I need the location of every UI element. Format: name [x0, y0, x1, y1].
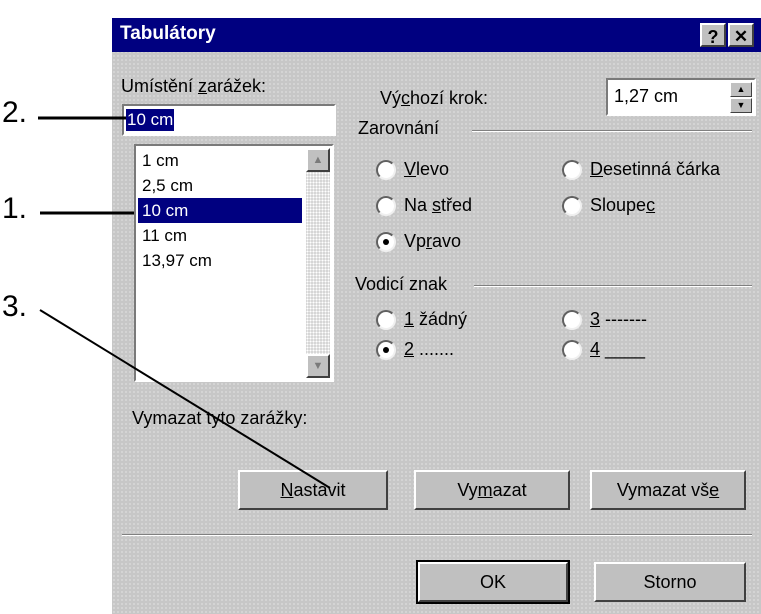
callout-2: 2. — [2, 96, 28, 129]
radio-align-right[interactable] — [376, 232, 396, 252]
spin-buttons: ▲ ▼ — [730, 82, 752, 114]
help-button[interactable]: ? — [700, 23, 726, 47]
scroll-down-icon: ▼ — [312, 360, 324, 372]
set-button[interactable]: Nastavit — [238, 470, 388, 510]
leader-1-label: 1 žádný — [404, 309, 468, 329]
dialog-title: Tabulátory — [120, 23, 216, 44]
radio-leader-1[interactable] — [376, 310, 396, 330]
separator — [122, 534, 752, 536]
tabs-dialog: Tabulátory ? ✕ Umístění zarážek: 10 cm 1… — [112, 18, 761, 614]
radio-selected-dot — [383, 239, 389, 245]
leader-2-label: 2 ....... — [404, 339, 455, 359]
title-bar: Tabulátory ? ✕ — [112, 18, 761, 52]
scroll-up-button[interactable]: ▲ — [306, 148, 330, 172]
tab-position-label: Umístění zarážek: — [121, 76, 267, 96]
radio-leader-4[interactable] — [562, 340, 582, 360]
scroll-down-button[interactable]: ▼ — [306, 354, 330, 378]
scroll-up-icon: ▲ — [312, 154, 324, 166]
help-icon: ? — [707, 27, 719, 47]
leader-4-label: 4 ____ — [590, 339, 646, 359]
tab-position-value: 10 cm — [126, 109, 175, 131]
leader-divider — [474, 285, 752, 287]
list-item[interactable]: 11 cm — [138, 223, 302, 248]
alignment-group-label: Zarovnání — [358, 118, 440, 138]
spin-up-icon: ▲ — [736, 84, 746, 94]
cancel-button[interactable]: Storno — [594, 562, 746, 602]
callout-3: 3. — [2, 290, 28, 323]
default-step-label: Výchozí krok: — [380, 88, 489, 108]
spin-down-icon: ▼ — [736, 100, 746, 110]
align-left-label: Vlevo — [404, 159, 450, 179]
clear-tabs-label: Vymazat tyto zarážky: — [132, 408, 308, 428]
align-decimal-label: Desetinná čárka — [590, 159, 721, 179]
list-scrollbar[interactable]: ▲ ▼ — [306, 148, 330, 378]
callout-1: 1. — [2, 192, 28, 225]
radio-align-left[interactable] — [376, 160, 396, 180]
leader-group-label: Vodicí znak — [355, 274, 448, 294]
clear-all-button[interactable]: Vymazat vše — [590, 470, 746, 510]
default-step-value: 1,27 cm — [614, 86, 679, 106]
ok-button[interactable]: OK — [416, 560, 570, 604]
radio-align-decimal[interactable] — [562, 160, 582, 180]
close-button[interactable]: ✕ — [728, 23, 754, 47]
list-item[interactable]: 13,97 cm — [138, 248, 302, 273]
radio-align-bar[interactable] — [562, 196, 582, 216]
tab-stops-list[interactable]: 1 cm 2,5 cm 10 cm 11 cm 13,97 cm ▲ ▼ — [134, 144, 334, 382]
spin-up-button[interactable]: ▲ — [730, 82, 752, 97]
close-icon: ✕ — [733, 27, 749, 46]
radio-leader-2[interactable] — [376, 340, 396, 360]
radio-selected-dot — [383, 347, 389, 353]
list-item[interactable]: 2,5 cm — [138, 173, 302, 198]
radio-align-center[interactable] — [376, 196, 396, 216]
leader-3-label: 3 ------- — [590, 309, 647, 329]
clear-button[interactable]: Vymazat — [414, 470, 570, 510]
spin-down-button[interactable]: ▼ — [730, 98, 752, 113]
align-center-label: Na střed — [404, 195, 473, 215]
tab-position-input[interactable]: 10 cm — [122, 104, 336, 136]
align-bar-label: Sloupec — [590, 195, 656, 215]
radio-leader-3[interactable] — [562, 310, 582, 330]
align-right-label: Vpravo — [404, 231, 462, 251]
default-step-spinner[interactable]: 1,27 cm ▲ ▼ — [606, 78, 756, 116]
alignment-divider — [472, 130, 752, 132]
list-item-selected[interactable]: 10 cm — [138, 198, 302, 223]
list-item[interactable]: 1 cm — [138, 148, 302, 173]
